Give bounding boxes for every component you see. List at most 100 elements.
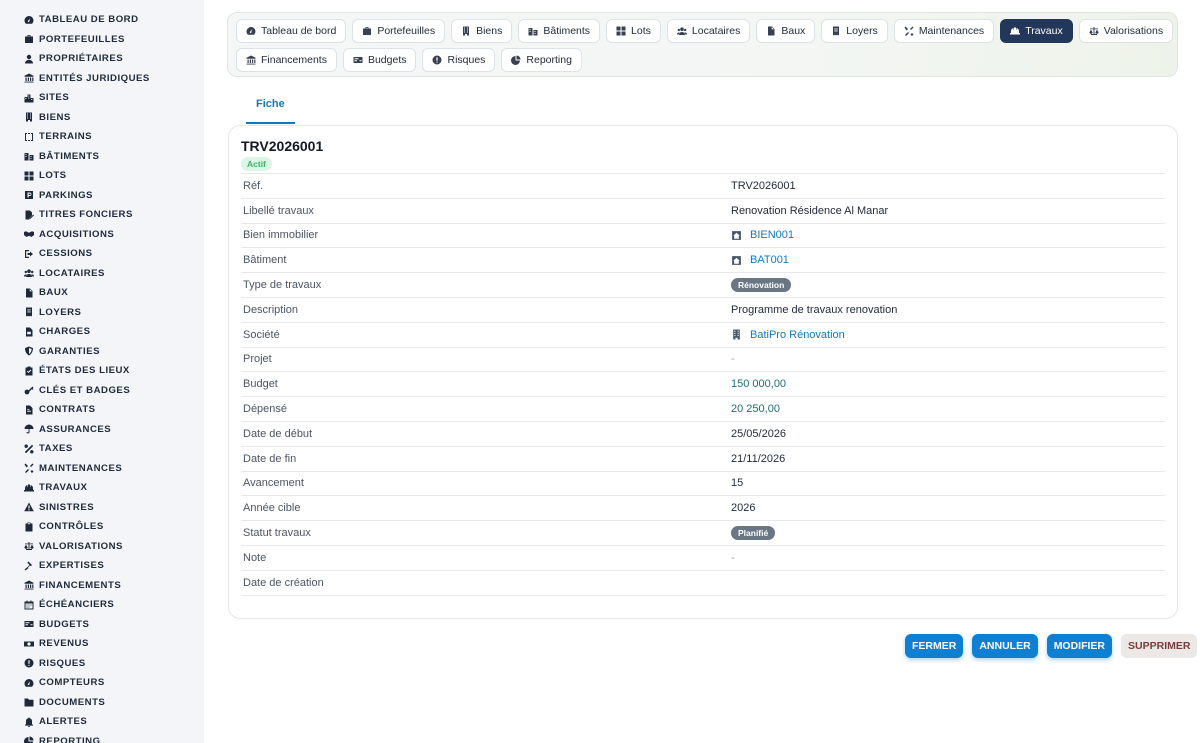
module-bar: Tableau de bord Portefeuilles Biens Bâtimen… [227, 12, 1178, 77]
cancel-button[interactable]: ANNULER [972, 634, 1038, 658]
sidebar-item-entites-juridiques[interactable]: ENTITÉS JURIDIQUES [0, 69, 204, 89]
module-button-maintenances[interactable]: Maintenances [893, 19, 995, 43]
tab-fiche[interactable]: Fiche [246, 92, 295, 124]
sidebar-item-label: REVENUS [39, 638, 89, 650]
sidebar-item-charges[interactable]: CHARGES [0, 322, 204, 342]
module-button-risques[interactable]: Risques [422, 48, 496, 72]
sidebar-item-maintenances[interactable]: MAINTENANCES [0, 459, 204, 479]
module-button-baux[interactable]: Baux [756, 19, 816, 43]
sidebar-item-reporting[interactable]: REPORTING [0, 732, 204, 743]
sidebar-item-baux[interactable]: BAUX [0, 283, 204, 303]
sidebar-item-tableau-de-bord[interactable]: TABLEAU DE BORD [0, 10, 204, 30]
field-row-note: Note - [241, 546, 1165, 571]
bank-icon [24, 580, 34, 590]
sidebar-item-travaux[interactable]: TRAVAUX [0, 478, 204, 498]
field-label: Note [243, 551, 267, 564]
sidebar-item-label: BUDGETS [39, 618, 90, 630]
module-button-loyers[interactable]: Loyers [821, 19, 888, 43]
field-value: 2026 [731, 502, 756, 515]
sidebar-item-taxes[interactable]: TAXES [0, 439, 204, 459]
folder-icon [24, 697, 34, 707]
sidebar-item-sites[interactable]: SITES [0, 88, 204, 108]
field-row-libelle-travaux: Libellé travaux Renovation Résidence Al M… [241, 199, 1165, 224]
field-label: Réf. [243, 179, 264, 192]
sidebar-item-cessions[interactable]: CESSIONS [0, 244, 204, 264]
module-button-lots[interactable]: Lots [606, 19, 661, 43]
link-text[interactable]: BIEN001 [750, 229, 794, 241]
field-row-description: Description Programme de travaux renovati… [241, 298, 1165, 323]
module-button-tableau-de-bord[interactable]: Tableau de bord [236, 19, 347, 43]
module-button-batiments[interactable]: Bâtiments [518, 19, 601, 43]
module-button-budgets[interactable]: Budgets [342, 48, 417, 72]
sidebar-item-controles[interactable]: CONTRÔLES [0, 517, 204, 537]
sidebar-item-acquisitions[interactable]: ACQUISITIONS [0, 225, 204, 245]
sidebar-item-valorisations[interactable]: VALORISATIONS [0, 537, 204, 557]
sidebar-item-locataires[interactable]: LOCATAIRES [0, 264, 204, 284]
sidebar-item-budgets[interactable]: BUDGETS [0, 615, 204, 635]
sidebar-item-risques[interactable]: RISQUES [0, 654, 204, 674]
sidebar-item-proprietaires[interactable]: PROPRIÉTAIRES [0, 49, 204, 69]
module-button-locataires[interactable]: Locataires [666, 19, 751, 43]
module-button-label: Loyers [846, 25, 878, 37]
sidebar-item-biens[interactable]: BIENS [0, 108, 204, 128]
link-text[interactable]: BAT001 [750, 254, 789, 266]
field-link[interactable]: BAT001 [731, 254, 789, 266]
close-button[interactable]: FERMER [905, 634, 964, 658]
sidebar-item-label: SINISTRES [39, 501, 95, 513]
module-button-label: Bâtiments [543, 25, 591, 37]
file-contract-icon [24, 405, 34, 415]
edit-button[interactable]: MODIFIER [1046, 634, 1113, 658]
sidebar-item-etats-des-lieux[interactable]: ÉTATS DES LIEUX [0, 361, 204, 381]
sidebar-item-revenus[interactable]: REVENUS [0, 634, 204, 654]
sidebar-item-sinistres[interactable]: SINISTRES [0, 498, 204, 518]
sidebar-item-label: CONTRÔLES [39, 521, 104, 533]
sidebar-item-echeanciers[interactable]: ÉCHÉANCIERS [0, 595, 204, 615]
building-icon [731, 329, 742, 340]
sidebar-item-cles-et-badges[interactable]: CLÉS ET BADGES [0, 381, 204, 401]
link-text[interactable]: BatiPro Rénovation [750, 329, 845, 341]
module-button-biens[interactable]: Biens [451, 19, 513, 43]
sidebar-item-garanties[interactable]: GARANTIES [0, 342, 204, 362]
field-value: 20 250,00 [731, 403, 780, 416]
sidebar-item-portefeuilles[interactable]: PORTEFEUILLES [0, 30, 204, 50]
module-row-1: Tableau de bord Portefeuilles Biens Bâtimen… [236, 19, 1174, 43]
sidebar-item-label: LOTS [39, 170, 67, 182]
sidebar-item-terrains[interactable]: TERRAINS [0, 127, 204, 147]
field-row-avancement: Avancement 15 [241, 472, 1165, 497]
module-button-valorisations[interactable]: Valorisations [1078, 19, 1174, 43]
sidebar-item-label: RISQUES [39, 657, 86, 669]
record-fields: Réf. TRV2026001 Libellé travaux Renovation … [241, 173, 1165, 596]
sidebar-item-assurances[interactable]: ASSURANCES [0, 420, 204, 440]
sidebar-item-lots[interactable]: LOTS [0, 166, 204, 186]
tab-bar: Fiche [246, 92, 295, 124]
field-row-projet: Projet - [241, 348, 1165, 373]
sidebar-item-label: CONTRATS [39, 404, 96, 416]
sidebar-item-documents[interactable]: DOCUMENTS [0, 693, 204, 713]
sidebar-item-contrats[interactable]: CONTRATS [0, 400, 204, 420]
field-link[interactable]: BIEN001 [731, 229, 794, 241]
meter-icon [24, 678, 34, 688]
sidebar-item-batiments[interactable]: BÂTIMENTS [0, 147, 204, 167]
sidebar-item-loyers[interactable]: LOYERS [0, 303, 204, 323]
hard-hat-icon [1010, 26, 1025, 36]
receipt-icon [24, 307, 34, 317]
sidebar-item-expertises[interactable]: EXPERTISES [0, 556, 204, 576]
sidebar-item-financements[interactable]: FINANCEMENTS [0, 576, 204, 596]
module-button-financements[interactable]: Financements [236, 48, 337, 72]
field-label: Description [243, 303, 299, 316]
module-button-reporting[interactable]: Reporting [501, 48, 582, 72]
money-check-icon [24, 619, 34, 629]
module-button-travaux[interactable]: Travaux [1000, 19, 1073, 43]
exclamation-circle-icon [432, 55, 447, 65]
field-link[interactable]: BatiPro Rénovation [731, 329, 845, 341]
grid-icon [24, 171, 34, 181]
sidebar-item-titres-fonciers[interactable]: TITRES FONCIERS [0, 205, 204, 225]
sidebar-item-compteurs[interactable]: COMPTEURS [0, 673, 204, 693]
module-button-portefeuilles[interactable]: Portefeuilles [352, 19, 446, 43]
money-check-icon [353, 55, 368, 65]
sidebar-item-alertes[interactable]: ALERTES [0, 712, 204, 732]
bell-icon [24, 717, 34, 727]
sidebar-item-parkings[interactable]: PARKINGS [0, 186, 204, 206]
chart-pie-icon [24, 736, 34, 743]
delete-button[interactable]: SUPPRIMER [1121, 634, 1198, 658]
